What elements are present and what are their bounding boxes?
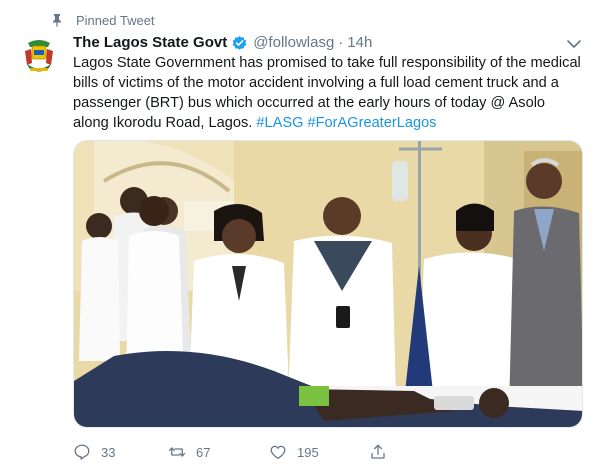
pinned-indicator: Pinned Tweet: [50, 11, 155, 29]
author-name[interactable]: The Lagos State Govt: [73, 33, 227, 53]
hashtag-link[interactable]: #LASG: [256, 115, 303, 131]
retweet-count: 67: [196, 444, 211, 460]
tweet-text: Lagos State Government has promised to t…: [73, 53, 583, 133]
tweet-timestamp[interactable]: 14h: [347, 33, 372, 53]
verified-badge-icon: [232, 35, 247, 50]
lagos-state-crest-icon[interactable]: [18, 35, 60, 77]
author-handle[interactable]: @followlasg: [253, 33, 334, 53]
tweet-actions: 33 67 195: [73, 440, 393, 464]
share-icon: [371, 444, 385, 459]
retweet-button[interactable]: 67: [168, 440, 210, 464]
share-button[interactable]: [369, 440, 397, 464]
separator-dot: ·: [338, 34, 344, 51]
hashtag-link[interactable]: #ForAGreaterLagos: [308, 115, 437, 131]
pinned-label: Pinned Tweet: [76, 12, 155, 28]
heart-icon: [270, 445, 286, 460]
reply-count: 33: [101, 444, 116, 460]
reply-button[interactable]: 33: [73, 440, 115, 464]
tweet-photo[interactable]: [73, 140, 583, 428]
pin-icon: [53, 14, 61, 27]
like-button[interactable]: 195: [269, 440, 319, 464]
like-count: 195: [297, 444, 319, 460]
reply-icon: [74, 444, 90, 460]
chevron-down-icon[interactable]: [566, 38, 582, 50]
retweet-icon: [168, 447, 186, 457]
tweet-header: The Lagos State Govt @followlasg · 14h: [73, 33, 372, 53]
